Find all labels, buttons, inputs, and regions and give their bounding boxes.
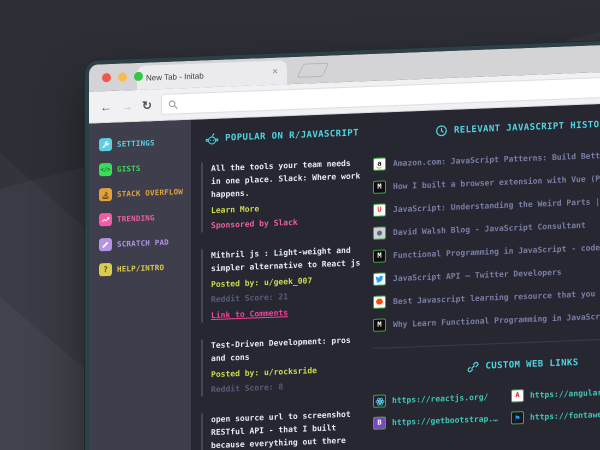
sidebar-item-label: SCRATCH PAD (117, 238, 169, 249)
history-item-text: Best Javascript learning resource that y… (393, 287, 600, 307)
history-item[interactable]: JavaScript API — Twitter Developers (373, 261, 600, 286)
browser-window: New Tab - Initab × ← → ↻ SETTINGS </> GIST… (84, 32, 600, 450)
amazon-favicon: a (373, 157, 386, 170)
davidwalsh-favicon (373, 226, 386, 239)
tab-title: New Tab - Initab (146, 69, 266, 83)
close-tab-icon[interactable]: × (272, 68, 278, 78)
sidebar-item-stack-overflow[interactable]: STACK OVERFLOW (99, 185, 191, 202)
sidebar-item-label: HELP/INTRO (117, 263, 164, 274)
medium-favicon: M (373, 318, 386, 331)
pencil-icon (99, 238, 112, 251)
zoom-window-button[interactable] (134, 72, 143, 81)
history-item[interactable]: M How I built a browser extension with Vu… (373, 169, 600, 194)
history-item[interactable]: U JavaScript: Understanding the Weird Par… (373, 192, 600, 217)
custom-link-url: https://angularjs.org/ (530, 387, 600, 400)
reddit-post: Test-Driven Development: pros and consPo… (201, 333, 363, 396)
angular-favicon: A (511, 389, 524, 402)
bootstrap-favicon: B (373, 416, 386, 429)
post-title[interactable]: Mithril js : Light-weight and simpler al… (211, 243, 363, 275)
link-icon (467, 361, 479, 373)
sidebar-item-label: STACK OVERFLOW (117, 187, 183, 199)
history-item[interactable]: M Why Learn Functional Programming in Jav… (373, 307, 600, 332)
sidebar-item-help-intro[interactable]: ? HELP/INTRO (99, 260, 191, 277)
custom-links-grid: https://reactjs.org/Ahttps://angularjs.o… (373, 383, 600, 430)
forward-icon: → (121, 100, 133, 112)
custom-link[interactable]: Ahttps://angularjs.org/ (511, 385, 600, 403)
history-item-text: Functional Programming in JavaScript - c… (393, 242, 600, 260)
sidebar: SETTINGS </> GISTS STACK OVERFLOW TRENDING SC… (89, 120, 191, 450)
window-controls (102, 72, 143, 83)
custom-links-header: CUSTOM WEB LINKS (373, 353, 600, 377)
history-item-text: David Walsh Blog - JavaScript Consultant (393, 221, 586, 237)
history-item-text: Amazon.com: JavaScript Patterns: Build B… (393, 149, 600, 169)
twitter-favicon (373, 272, 386, 285)
history-item[interactable]: Best Javascript learning resource that y… (373, 284, 600, 309)
minimize-window-button[interactable] (118, 72, 127, 81)
reddit-post: All the tools your team needs in one pla… (201, 156, 363, 232)
sidebar-item-trending[interactable]: TRENDING (99, 210, 191, 227)
reload-icon[interactable]: ↻ (142, 99, 152, 111)
sidebar-item-scratch-pad[interactable]: SCRATCH PAD (99, 235, 191, 252)
medium-favicon: M (373, 249, 386, 262)
history-panel: RELEVANT JAVASCRIPT HISTORY a Amazon.com:… (373, 115, 600, 450)
close-window-button[interactable] (102, 73, 111, 82)
sidebar-item-settings[interactable]: SETTINGS (99, 135, 191, 152)
history-panel-header: RELEVANT JAVASCRIPT HISTORY (373, 115, 600, 140)
custom-link[interactable]: https://reactjs.org/ (373, 390, 498, 408)
custom-link-url: https://reactjs.org/ (392, 392, 488, 405)
reddit-post-list: All the tools your team needs in one pla… (201, 156, 363, 450)
reddit-icon (205, 133, 219, 146)
post-title[interactable]: Test-Driven Development: pros and cons (211, 333, 363, 365)
code-icon: </> (99, 163, 112, 176)
sidebar-item-label: SETTINGS (117, 138, 155, 148)
reddit-panel: POPULAR ON R/JAVASCRIPT All the tools yo… (201, 127, 363, 450)
custom-links-title: CUSTOM WEB LINKS (485, 358, 578, 372)
post-body: All the tools your team needs in one pla… (211, 156, 363, 201)
history-item-text: JavaScript API — Twitter Developers (393, 268, 562, 283)
stack-overflow-icon (99, 188, 112, 201)
search-icon (168, 99, 178, 109)
custom-link-url: https://getbootstrap.… (392, 414, 498, 427)
trending-icon (99, 213, 112, 226)
wrench-icon (99, 138, 112, 151)
custom-link[interactable]: Bhttps://getbootstrap.… (373, 412, 498, 430)
sidebar-item-label: TRENDING (117, 213, 155, 223)
question-icon: ? (99, 263, 112, 276)
main-content: POPULAR ON R/JAVASCRIPT All the tools yo… (191, 96, 600, 450)
reddit-favicon (373, 295, 386, 308)
post-title[interactable]: open source url to screenshot RESTful AP… (211, 407, 363, 450)
fontawesome-favicon: ⚑ (511, 411, 524, 424)
history-item[interactable]: David Walsh Blog - JavaScript Consultant (373, 215, 600, 240)
custom-link-url: https://fontawesome.c… (530, 409, 600, 422)
custom-link[interactable]: ⚑ https://fontawesome.c… (511, 407, 600, 425)
react-favicon (373, 394, 386, 407)
new-tab-button[interactable] (297, 63, 330, 78)
new-tab-page: SETTINGS </> GISTS STACK OVERFLOW TRENDING SC… (89, 96, 600, 450)
reddit-panel-title: POPULAR ON R/JAVASCRIPT (225, 128, 359, 143)
history-item-text: JavaScript: Understanding the Weird Part… (393, 196, 600, 214)
desktop-background: New Tab - Initab × ← → ↻ SETTINGS </> GIST… (0, 0, 600, 450)
browser-chrome: New Tab - Initab × ← → ↻ SETTINGS </> GIST… (89, 37, 600, 450)
clock-icon (435, 124, 448, 137)
udemy-favicon: U (373, 203, 386, 216)
history-list: a Amazon.com: JavaScript Patterns: Build … (373, 146, 600, 342)
history-item-text: Why Learn Functional Programming in Java… (393, 310, 600, 330)
sidebar-item-label: GISTS (117, 164, 141, 174)
history-item[interactable]: M Functional Programming in JavaScript - … (373, 238, 600, 263)
reddit-post: open source url to screenshot RESTful AP… (201, 407, 363, 450)
history-item[interactable]: a Amazon.com: JavaScript Patterns: Build … (373, 146, 600, 171)
reddit-panel-header: POPULAR ON R/JAVASCRIPT (201, 127, 363, 145)
back-icon[interactable]: ← (100, 100, 112, 112)
history-panel-title: RELEVANT JAVASCRIPT HISTORY (454, 119, 600, 135)
link-to-comments[interactable]: Link to Comments (211, 303, 363, 322)
history-item-text: How I built a browser extension with Vue… (393, 172, 600, 192)
reddit-post: Mithril js : Light-weight and simpler al… (201, 243, 363, 322)
sidebar-item-gists[interactable]: </> GISTS (99, 160, 191, 177)
medium-favicon: M (373, 180, 386, 193)
